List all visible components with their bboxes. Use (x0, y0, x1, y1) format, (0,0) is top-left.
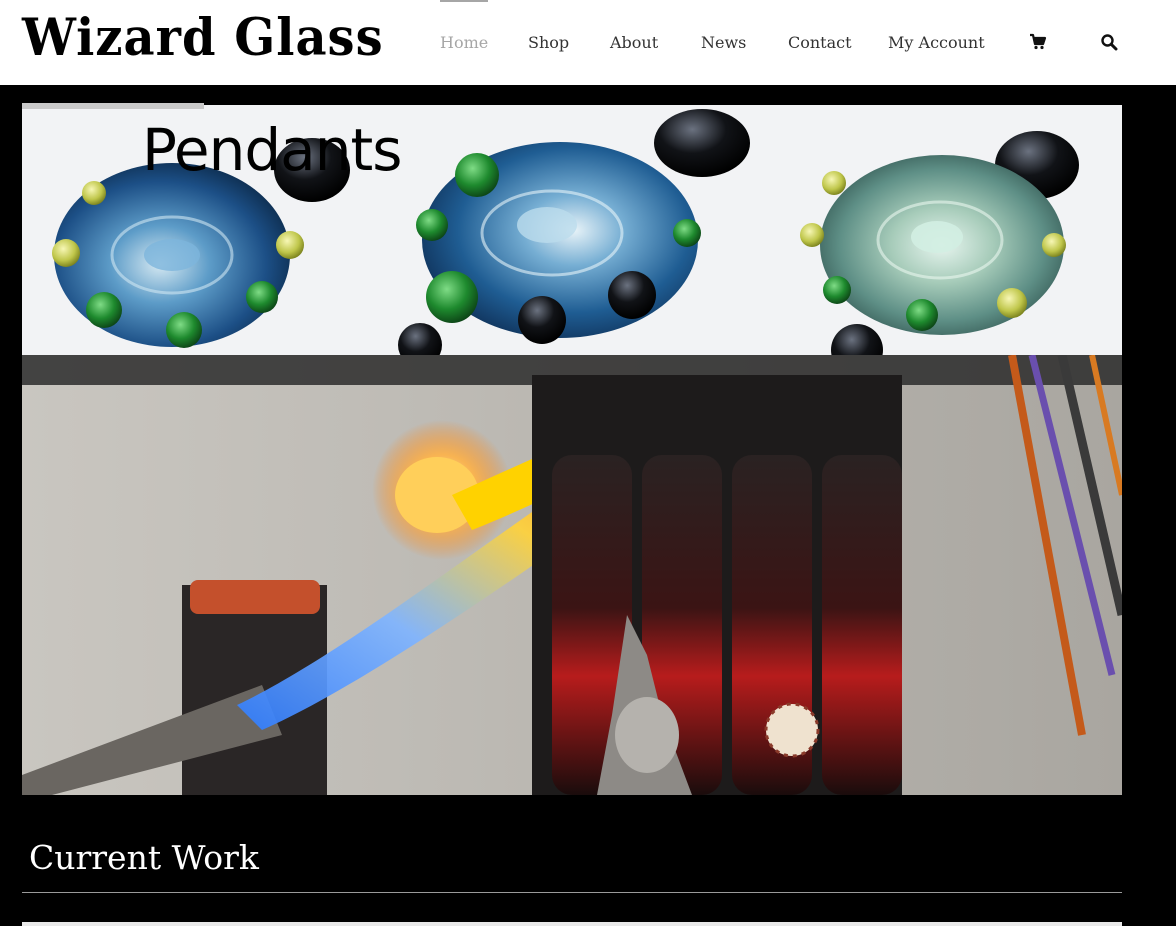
hero-title: Pendants (142, 116, 402, 184)
nav-item-my-account[interactable]: My Account (888, 0, 985, 85)
shopping-cart-icon[interactable] (1029, 33, 1049, 53)
nav-item-about[interactable]: About (610, 0, 658, 85)
current-work-gallery-preview (22, 922, 1122, 926)
main-nav: Home Shop About News Contact My Account (0, 0, 1176, 85)
slider-progress-bar (22, 103, 204, 109)
nav-item-home[interactable]: Home (440, 0, 489, 85)
torch-photo (22, 355, 1122, 795)
section-title-current-work: Current Work (29, 838, 259, 877)
search-icon[interactable] (1100, 33, 1120, 53)
torch-flame-workbench-photo (22, 355, 1122, 795)
nav-item-news[interactable]: News (701, 0, 746, 85)
section-divider (22, 892, 1122, 893)
site-header: Wizard Glass Home Shop About News Contac… (0, 0, 1176, 85)
nav-item-contact[interactable]: Contact (788, 0, 852, 85)
nav-item-shop[interactable]: Shop (528, 0, 569, 85)
